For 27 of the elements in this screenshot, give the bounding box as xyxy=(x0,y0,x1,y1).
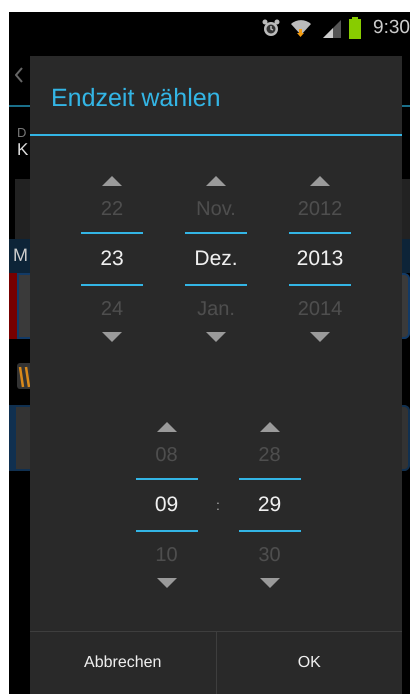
decrement-arrow-icon[interactable] xyxy=(206,332,226,342)
decrement-arrow-icon[interactable] xyxy=(260,578,280,588)
field-value: K xyxy=(17,140,30,160)
dialog-title: Endzeit wählen xyxy=(30,56,402,136)
increment-arrow-icon[interactable] xyxy=(260,422,280,432)
selected-value[interactable]: 23 xyxy=(81,232,143,286)
wifi-icon xyxy=(289,17,314,39)
selected-value[interactable]: Dez. xyxy=(185,232,247,286)
dialog-button[interactable]: Abbrechen xyxy=(30,632,216,694)
field-label: D xyxy=(17,125,28,140)
clock-time: 9:30 xyxy=(373,17,410,39)
increment-arrow-icon[interactable] xyxy=(156,422,176,432)
alarm-clock-icon xyxy=(261,18,282,38)
signal-icon xyxy=(321,18,342,38)
selected-value[interactable]: 29 xyxy=(238,478,300,532)
decrement-arrow-icon[interactable] xyxy=(310,332,330,342)
increment-arrow-icon[interactable] xyxy=(102,176,122,186)
selected-value[interactable]: 2013 xyxy=(289,232,351,286)
increment-arrow-icon[interactable] xyxy=(206,176,226,186)
decrement-arrow-icon[interactable] xyxy=(102,332,122,342)
battery-icon xyxy=(349,17,362,39)
selected-value[interactable]: 09 xyxy=(136,478,198,532)
back-chevron-icon[interactable] xyxy=(15,66,23,82)
increment-arrow-icon[interactable] xyxy=(310,176,330,186)
time-separator: : xyxy=(215,497,221,513)
dialog-button[interactable]: OK xyxy=(216,632,402,694)
decrement-arrow-icon[interactable] xyxy=(156,578,176,588)
